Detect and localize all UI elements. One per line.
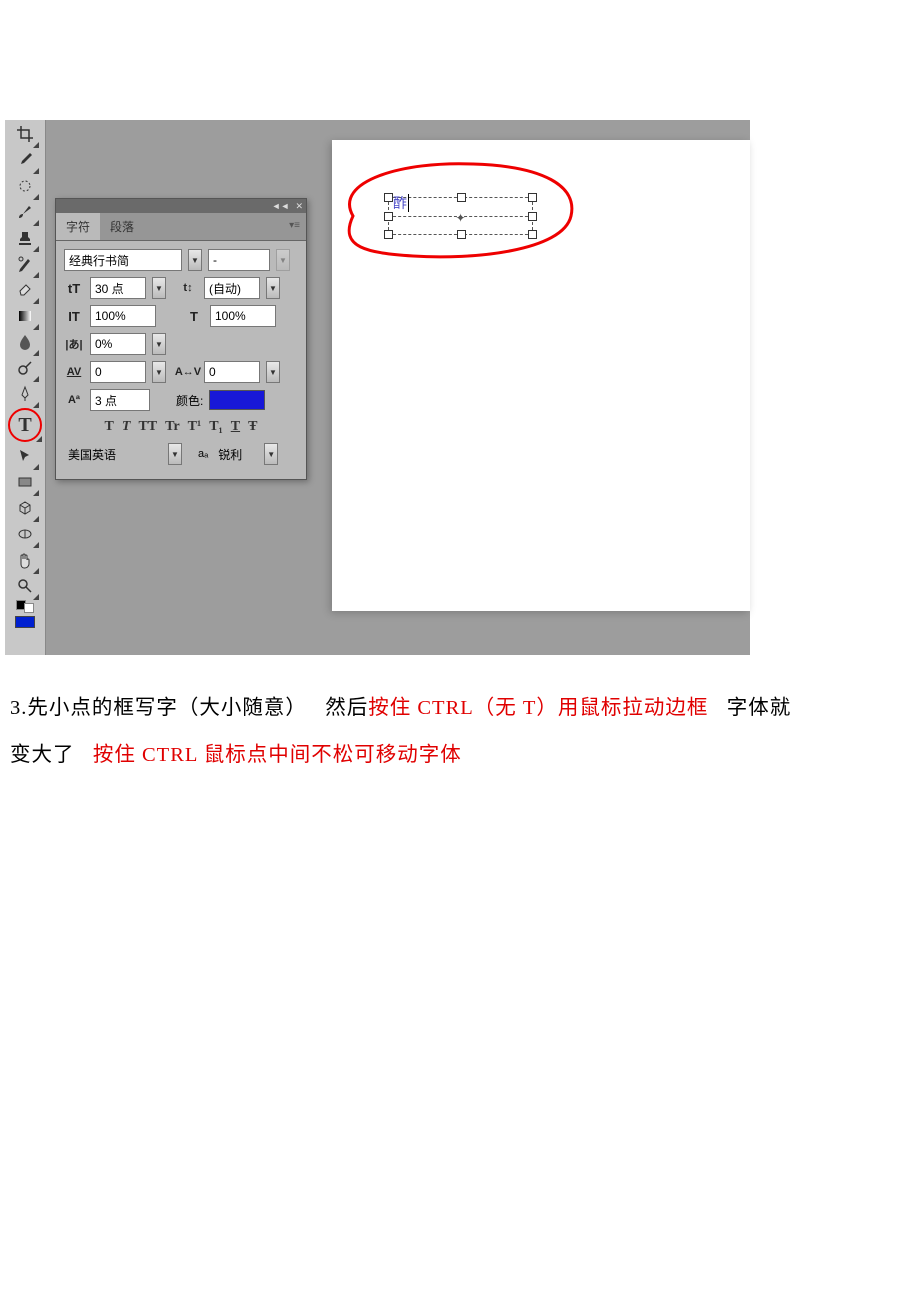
vscale-input[interactable]: 100% bbox=[90, 305, 156, 327]
history-brush-tool-icon[interactable] bbox=[13, 252, 37, 276]
type-tool-icon[interactable]: T bbox=[8, 408, 42, 442]
pen-tool-icon[interactable] bbox=[13, 382, 37, 406]
dodge-tool-icon[interactable] bbox=[13, 356, 37, 380]
font-size-input[interactable]: 30 点 bbox=[90, 277, 146, 299]
zoom-tool-icon[interactable] bbox=[13, 574, 37, 598]
leading-input[interactable]: (自动) bbox=[204, 277, 260, 299]
dropdown-icon[interactable]: ▼ bbox=[168, 443, 182, 465]
path-selection-tool-icon[interactable] bbox=[13, 444, 37, 468]
tracking-icon: A↔V bbox=[178, 366, 198, 378]
smallcaps-button[interactable]: Tr bbox=[165, 419, 180, 435]
dropdown-icon[interactable]: ▼ bbox=[188, 249, 202, 271]
color-swap-icon[interactable] bbox=[5, 600, 45, 613]
text-style-buttons: T T TT Tr T¹ T₁ T Ŧ bbox=[64, 419, 298, 435]
baseline-input[interactable]: 3 点 bbox=[90, 389, 150, 411]
kerning-input[interactable]: 0 bbox=[90, 361, 146, 383]
color-label: 颜色: bbox=[176, 392, 203, 409]
tab-paragraph[interactable]: 段落 bbox=[100, 213, 144, 240]
dropdown-icon[interactable]: ▼ bbox=[152, 277, 166, 299]
tools-toolbar: T bbox=[5, 120, 46, 655]
font-style-select[interactable]: - bbox=[208, 249, 270, 271]
dropdown-icon[interactable]: ▼ bbox=[266, 361, 280, 383]
leading-icon: t↕ bbox=[178, 282, 198, 294]
red-circle-annotation bbox=[323, 156, 581, 264]
blur-tool-icon[interactable] bbox=[13, 330, 37, 354]
antialias-select[interactable]: 锐利 bbox=[214, 444, 258, 464]
hscale-icon: T bbox=[184, 309, 204, 324]
photoshop-screenshot: T ◄◄✕ 字符 段落 ▾≡ 经典行书简▼ -▼ tT 30 点▼ t↕ bbox=[5, 120, 750, 655]
subscript-button[interactable]: T₁ bbox=[209, 419, 223, 435]
hand-tool-icon[interactable] bbox=[13, 548, 37, 572]
text-color-swatch[interactable] bbox=[209, 390, 265, 410]
italic-button[interactable]: T bbox=[122, 419, 131, 435]
rectangle-tool-icon[interactable] bbox=[13, 470, 37, 494]
dropdown-icon[interactable]: ▼ bbox=[264, 443, 278, 465]
camera-tool-icon[interactable] bbox=[13, 522, 37, 546]
language-select[interactable]: 美国英语 bbox=[64, 444, 162, 464]
eraser-tool-icon[interactable] bbox=[13, 278, 37, 302]
hscale-input[interactable]: 100% bbox=[210, 305, 276, 327]
healing-brush-tool-icon[interactable] bbox=[13, 174, 37, 198]
foreground-color-icon[interactable] bbox=[15, 616, 35, 628]
character-panel: ◄◄✕ 字符 段落 ▾≡ 经典行书简▼ -▼ tT 30 点▼ t↕ (自动)▼… bbox=[55, 198, 307, 480]
eyedropper-tool-icon[interactable] bbox=[13, 148, 37, 172]
tracking-input[interactable]: 0 bbox=[204, 361, 260, 383]
dropdown-icon[interactable]: ▼ bbox=[266, 277, 280, 299]
stamp-tool-icon[interactable] bbox=[13, 226, 37, 250]
instruction-text: 3.先小点的框写字（大小随意） 然后按住 CTRL（无 T）用鼠标拉动边框 字体… bbox=[10, 685, 910, 779]
font-size-icon: tT bbox=[64, 281, 84, 296]
tsume-input[interactable]: 0% bbox=[90, 333, 146, 355]
dropdown-icon: ▼ bbox=[276, 249, 290, 271]
underline-button[interactable]: T bbox=[231, 419, 240, 435]
superscript-button[interactable]: T¹ bbox=[188, 419, 202, 435]
bold-button[interactable]: T bbox=[105, 419, 114, 435]
tsume-icon: |あ| bbox=[64, 336, 84, 352]
panel-tabs: 字符 段落 ▾≡ bbox=[56, 213, 306, 241]
font-family-select[interactable]: 经典行书简 bbox=[64, 249, 182, 271]
3d-tool-icon[interactable] bbox=[13, 496, 37, 520]
strikethrough-button[interactable]: Ŧ bbox=[248, 419, 257, 435]
kerning-icon: AV bbox=[64, 366, 84, 378]
tab-character[interactable]: 字符 bbox=[56, 213, 100, 240]
collapse-icon[interactable]: ◄◄ bbox=[272, 201, 290, 211]
dropdown-icon[interactable]: ▼ bbox=[152, 333, 166, 355]
close-icon[interactable]: ✕ bbox=[295, 201, 303, 212]
panel-titlebar[interactable]: ◄◄ ✕ bbox=[56, 199, 306, 213]
brush-tool-icon[interactable] bbox=[13, 200, 37, 224]
crop-tool-icon[interactable] bbox=[13, 122, 37, 146]
vscale-icon: IT bbox=[64, 309, 84, 324]
dropdown-icon[interactable]: ▼ bbox=[152, 361, 166, 383]
allcaps-button[interactable]: TT bbox=[138, 419, 157, 435]
panel-menu-icon[interactable]: ▾≡ bbox=[289, 220, 300, 231]
gradient-tool-icon[interactable] bbox=[13, 304, 37, 328]
baseline-icon: Aª bbox=[64, 394, 84, 406]
